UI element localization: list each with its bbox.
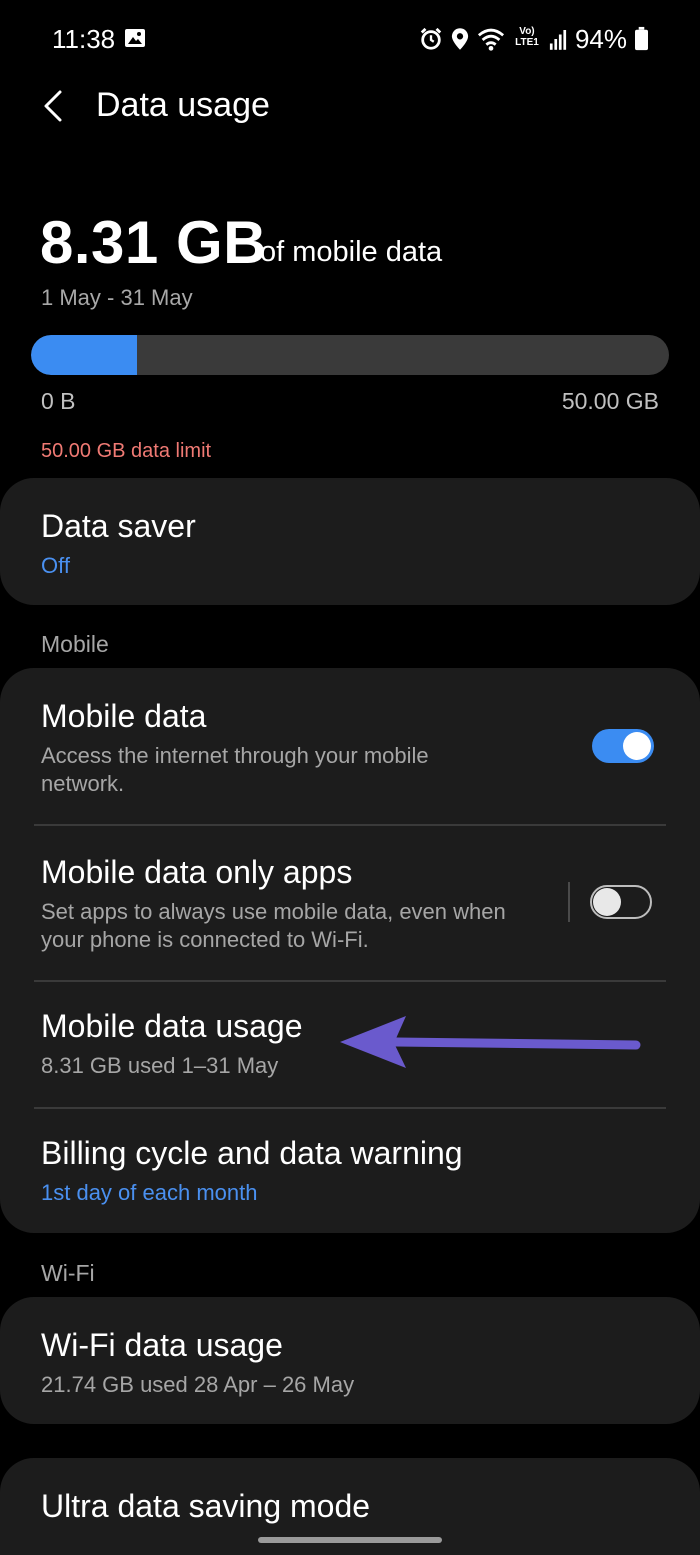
wifi-data-usage-row[interactable]: Wi-Fi data usage 21.74 GB used 28 Apr – …: [0, 1297, 700, 1424]
usage-progress-fill: [31, 335, 137, 375]
progress-min-label: 0 B: [41, 388, 76, 414]
alarm-icon: [420, 27, 442, 50]
progress-max-label: 50.00 GB: [561, 388, 659, 414]
mobile-data-usage-title: Mobile data usage: [41, 1008, 303, 1044]
mobile-data-subtitle: Access the internet through your mobile …: [41, 743, 429, 796]
billing-cycle-title: Billing cycle and data warning: [41, 1135, 463, 1171]
battery-percentage: 94%: [574, 23, 627, 54]
mobile-data-only-apps-subtitle: Set apps to always use mobile data, even…: [41, 899, 506, 952]
billing-cycle-row[interactable]: Billing cycle and data warning 1st day o…: [0, 1109, 700, 1233]
signal-icon: [549, 30, 567, 50]
data-limit-text: 50.00 GB data limit: [41, 440, 212, 462]
data-saver-status: Off: [41, 553, 70, 578]
wifi-data-usage-subtitle: 21.74 GB used 28 Apr – 26 May: [41, 1372, 355, 1397]
status-icons: Vo) LTE1 94%: [419, 22, 648, 56]
usage-suffix: of mobile data: [260, 236, 443, 268]
location-icon: [451, 28, 469, 50]
section-label-wifi: Wi-Fi: [41, 1260, 95, 1286]
mobile-data-row[interactable]: Mobile data Access the internet through …: [0, 668, 700, 825]
wifi-data-usage-title: Wi-Fi data usage: [41, 1327, 283, 1363]
back-arrow-icon[interactable]: [40, 86, 74, 126]
home-indicator: [258, 1537, 442, 1543]
usage-amount: 8.31 GB: [40, 209, 267, 276]
usage-progress-bar: [31, 335, 669, 375]
mobile-card: Mobile data Access the internet through …: [0, 668, 700, 1233]
mobile-data-title: Mobile data: [41, 698, 207, 734]
page-title: Data usage: [96, 86, 270, 124]
wifi-icon: [477, 28, 504, 51]
mobile-data-only-apps-toggle[interactable]: [590, 885, 652, 919]
mobile-data-only-apps-row[interactable]: Mobile data only apps Set apps to always…: [0, 826, 700, 980]
wifi-card: Wi-Fi data usage 21.74 GB used 28 Apr – …: [0, 1297, 700, 1424]
usage-period: 1 May - 31 May: [41, 285, 193, 310]
vertical-separator: [568, 882, 570, 922]
battery-icon: [635, 26, 648, 51]
status-time: 11:38: [52, 24, 116, 54]
data-saver-title: Data saver: [41, 508, 196, 544]
data-saver-card: Data saver Off: [0, 478, 700, 605]
volte-lte-icon: Vo) LTE1: [515, 26, 539, 48]
gallery-icon: [125, 29, 145, 47]
status-bar: 11:38 Vo) LTE1 94%: [0, 0, 700, 80]
ultra-data-saving-title: Ultra data saving mode: [41, 1488, 371, 1524]
data-saver-row[interactable]: Data saver Off: [0, 478, 700, 605]
toggle-knob: [593, 888, 621, 916]
section-label-mobile: Mobile: [41, 631, 109, 657]
mobile-data-only-apps-title: Mobile data only apps: [41, 854, 353, 890]
billing-cycle-subtitle: 1st day of each month: [41, 1180, 258, 1205]
annotation-arrow-icon: [340, 1016, 641, 1068]
toggle-knob: [623, 732, 651, 760]
mobile-data-toggle[interactable]: [592, 729, 654, 763]
